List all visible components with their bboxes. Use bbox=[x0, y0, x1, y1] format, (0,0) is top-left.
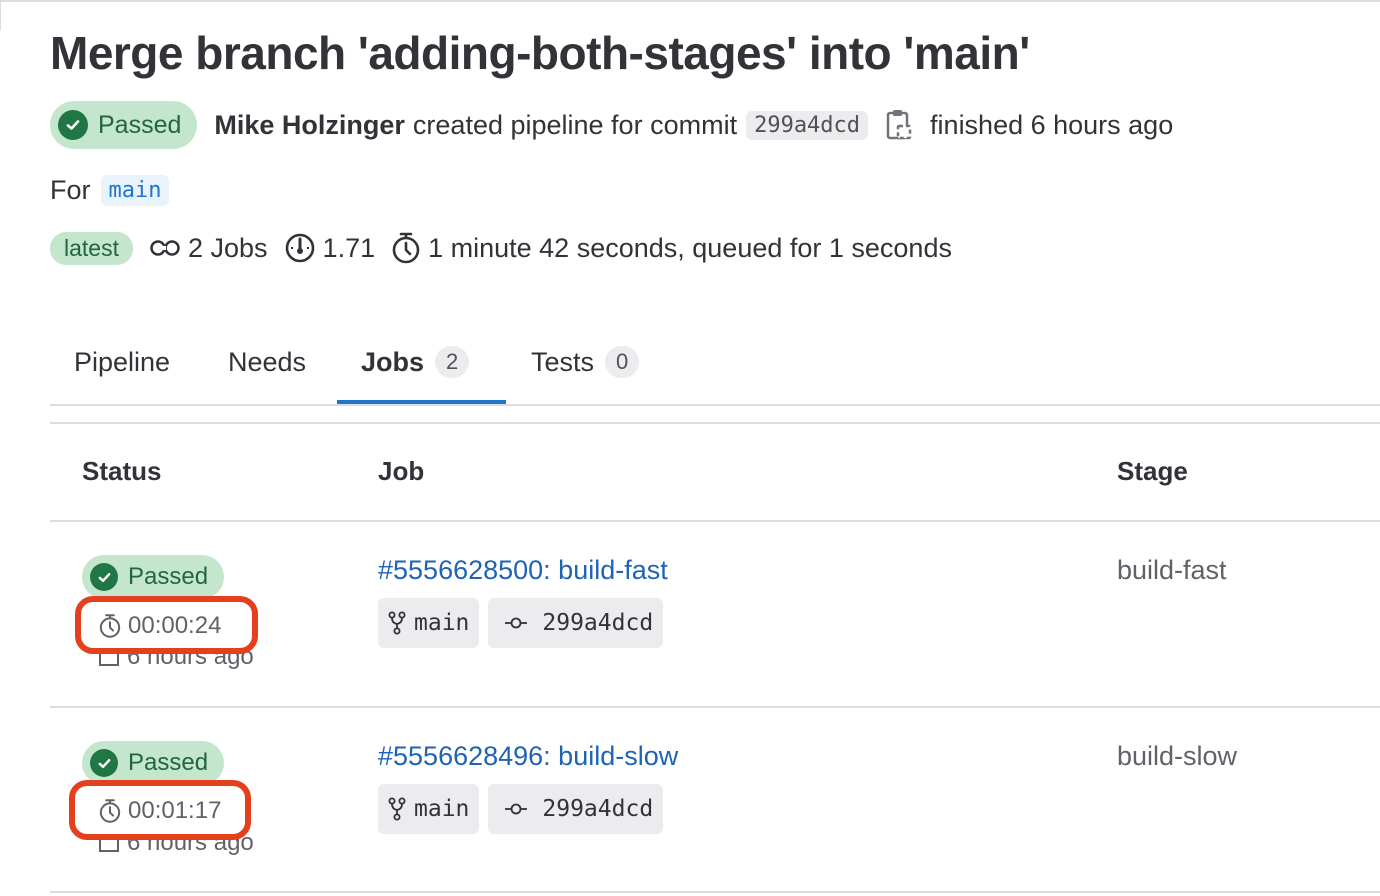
commit-chip[interactable]: 299a4dcd bbox=[488, 598, 664, 648]
column-header-status[interactable]: Status bbox=[82, 456, 161, 487]
author-link[interactable]: Mike Holzinger bbox=[214, 110, 405, 141]
check-circle-icon bbox=[90, 563, 118, 591]
job-link[interactable]: #5556628496: build-slow bbox=[378, 741, 678, 772]
tab-label: Jobs bbox=[361, 346, 425, 377]
job-chips: main 299a4dcd bbox=[378, 784, 664, 834]
row-divider bbox=[50, 706, 1380, 708]
tab-pipeline[interactable]: Pipeline bbox=[74, 320, 170, 404]
job-duration: 00:00:24 bbox=[98, 612, 221, 640]
ref-chip[interactable]: main bbox=[378, 784, 480, 834]
compute-minutes: 1.71 bbox=[284, 232, 376, 264]
job-status-badge[interactable]: Passed bbox=[82, 555, 225, 599]
commit-chip-label: 299a4dcd bbox=[542, 796, 654, 822]
gauge-icon bbox=[285, 233, 314, 263]
page-title: Merge branch 'adding-both-stages' into '… bbox=[50, 27, 1030, 79]
tab-count-badge: 0 bbox=[605, 346, 640, 378]
job-status-label: Passed bbox=[128, 749, 209, 776]
check-circle-icon bbox=[58, 110, 88, 140]
branch-icon bbox=[388, 797, 406, 821]
stopwatch-icon bbox=[99, 614, 121, 638]
stopwatch-icon bbox=[392, 232, 420, 264]
column-header-stage[interactable]: Stage bbox=[1117, 456, 1188, 487]
ref-chip-label: main bbox=[414, 610, 470, 636]
tab-jobs[interactable]: Jobs 2 bbox=[361, 320, 470, 404]
ref-chip[interactable]: main bbox=[378, 598, 480, 648]
jobs-count: 2 Jobs bbox=[149, 233, 268, 264]
tab-count-badge: 2 bbox=[435, 346, 470, 378]
job-duration: 00:01:17 bbox=[98, 797, 221, 825]
finished-text: finished 6 hours ago bbox=[930, 109, 1174, 140]
job-duration-text: 00:00:24 bbox=[128, 612, 222, 639]
commit-icon bbox=[505, 803, 528, 815]
commit-icon bbox=[505, 617, 528, 629]
status-badge-label: Passed bbox=[98, 110, 182, 139]
copy-clipboard-icon[interactable] bbox=[886, 108, 912, 142]
table-top-border bbox=[50, 422, 1380, 424]
pipeline-icon bbox=[150, 240, 180, 256]
tab-label: Tests bbox=[531, 346, 595, 377]
tab-needs[interactable]: Needs bbox=[228, 320, 306, 404]
check-circle-icon bbox=[90, 749, 118, 777]
active-tab-indicator bbox=[337, 400, 506, 404]
stage-cell: build-slow bbox=[1117, 741, 1238, 771]
commit-chip-label: 299a4dcd bbox=[542, 610, 654, 636]
pipeline-duration-text: 1 minute 42 seconds, queued for 1 second… bbox=[428, 232, 952, 263]
left-border bbox=[0, 0, 1, 30]
pipeline-stats: latest 2 Jobs 1.71 1 minute 42 seconds, … bbox=[50, 229, 968, 267]
status-badge[interactable]: Passed bbox=[50, 101, 198, 149]
ref-row: For main bbox=[50, 172, 170, 208]
status-cell: Passed 6 hours ago bbox=[82, 555, 254, 670]
pipeline-tabs: Pipeline Needs Jobs 2 Tests 0 bbox=[50, 320, 1380, 406]
ref-link[interactable]: main bbox=[100, 174, 170, 206]
for-label: For bbox=[50, 174, 91, 205]
job-status-label: Passed bbox=[128, 563, 209, 590]
tab-tests[interactable]: Tests 0 bbox=[531, 320, 640, 404]
annotation-highlight-box: 00:01:17 bbox=[69, 780, 251, 840]
latest-badge: latest bbox=[50, 231, 133, 265]
row-divider bbox=[50, 891, 1380, 893]
job-duration-text: 00:01:17 bbox=[128, 797, 222, 824]
ref-chip-label: main bbox=[414, 796, 470, 822]
commit-chip[interactable]: 299a4dcd bbox=[488, 784, 664, 834]
top-border bbox=[0, 0, 1380, 2]
pipeline-duration: 1 minute 42 seconds, queued for 1 second… bbox=[391, 231, 952, 265]
commit-sha-link[interactable]: 299a4dcd bbox=[746, 110, 869, 140]
job-status-badge[interactable]: Passed bbox=[82, 741, 225, 785]
job-link[interactable]: #5556628500: build-fast bbox=[378, 555, 668, 586]
status-cell: Passed 6 hours ago bbox=[82, 741, 254, 856]
branch-icon bbox=[388, 611, 406, 635]
jobs-count-text: 2 Jobs bbox=[187, 232, 268, 263]
tab-label: Pipeline bbox=[74, 346, 171, 377]
stage-cell: build-fast bbox=[1117, 555, 1227, 585]
job-chips: main 299a4dcd bbox=[378, 598, 664, 648]
tab-label: Needs bbox=[228, 346, 307, 377]
pipeline-meta: Passed Mike Holzinger created pipeline f… bbox=[50, 101, 1173, 149]
header-divider bbox=[50, 520, 1380, 522]
column-header-job[interactable]: Job bbox=[378, 456, 424, 487]
annotation-highlight-box: 00:00:24 bbox=[75, 596, 258, 654]
created-text: created pipeline for commit bbox=[412, 109, 738, 140]
compute-minutes-value: 1.71 bbox=[322, 232, 376, 263]
stopwatch-icon bbox=[99, 799, 121, 823]
